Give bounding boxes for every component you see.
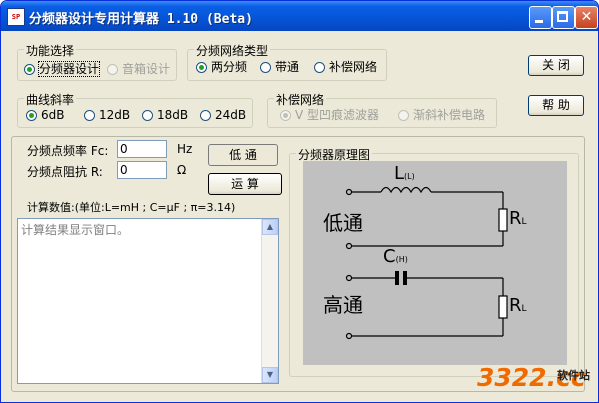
radio-label: 分频器设计 bbox=[37, 61, 101, 77]
radio-divider-design[interactable]: 分频器设计 bbox=[24, 61, 101, 77]
capacitor-subscript: (H) bbox=[395, 255, 408, 264]
minimize-button[interactable] bbox=[529, 6, 552, 29]
r-label: 分频点阻抗 R: bbox=[27, 165, 103, 179]
network-type-group: 分频网络类型 两分频 带通 补偿网络 bbox=[187, 42, 387, 81]
radio-dot bbox=[398, 110, 409, 121]
low-resistor-label: RL bbox=[509, 208, 527, 229]
slope-legend: 曲线斜率 bbox=[24, 91, 77, 108]
inductor-subscript: (L) bbox=[404, 172, 415, 181]
radio-v-notch-filter[interactable]: V 型凹痕滤波器 bbox=[280, 108, 379, 122]
terminal-icon bbox=[345, 242, 353, 250]
radio-compensation[interactable]: 补偿网络 bbox=[314, 60, 377, 74]
radio-dot bbox=[107, 64, 118, 75]
terminal-icon bbox=[345, 274, 353, 282]
radio-dot bbox=[84, 110, 95, 121]
capacitor-label: C(H) bbox=[383, 246, 408, 267]
result-placeholder: 计算结果显示窗口。 bbox=[21, 223, 130, 237]
radio-dot bbox=[314, 62, 325, 73]
app-icon: SP bbox=[7, 8, 25, 26]
resistor-symbol: R bbox=[509, 295, 522, 316]
r-unit: Ω bbox=[177, 163, 187, 177]
compensation-group: 补偿网络 V 型凹痕滤波器 渐斜补偿电路 bbox=[267, 91, 497, 128]
highpass-label: 高通 bbox=[323, 293, 363, 317]
inductor-label: L(L) bbox=[394, 163, 415, 184]
watermark-subtitle: 软件站 bbox=[557, 369, 590, 382]
crossover-schematic: 低通 高通 L(L) C(H) RL RL bbox=[303, 161, 567, 365]
function-group-legend: 功能选择 bbox=[24, 42, 77, 59]
close-button[interactable]: 关 闭 bbox=[528, 55, 584, 76]
radio-dot bbox=[260, 62, 271, 73]
slope-group: 曲线斜率 6dB 12dB 18dB 24dB bbox=[17, 91, 253, 128]
capacitor-icon bbox=[395, 271, 399, 285]
radio-label: 24dB bbox=[215, 108, 247, 122]
r-input[interactable]: 0 bbox=[117, 161, 167, 179]
inductor-symbol: L bbox=[394, 163, 405, 184]
radio-dot bbox=[24, 64, 35, 75]
close-icon: ✕ bbox=[580, 9, 593, 25]
resistor-subscript: L bbox=[521, 217, 527, 227]
radio-12db[interactable]: 12dB bbox=[84, 108, 130, 122]
radio-speaker-design[interactable]: 音箱设计 bbox=[107, 62, 170, 76]
lowpass-label: 低通 bbox=[323, 211, 363, 235]
radio-dot bbox=[142, 110, 153, 121]
high-resistor-label: RL bbox=[509, 295, 527, 316]
schematic-drawing bbox=[345, 186, 508, 340]
compensation-legend: 补偿网络 bbox=[274, 91, 327, 108]
inductor-icon bbox=[380, 186, 432, 194]
resistor-subscript: L bbox=[521, 304, 527, 314]
radio-24db[interactable]: 24dB bbox=[200, 108, 246, 122]
radio-dot bbox=[200, 110, 211, 121]
app-window: SP 分频器设计专用计算器 1.10 (Beta) ✕ 功能选择 分频器设计 音… bbox=[0, 0, 599, 403]
calc-units-note: 计算数值:(单位:L=mH ; C=μF ; π=3.14) bbox=[27, 201, 236, 214]
calculate-button[interactable]: 运 算 bbox=[208, 173, 282, 195]
title-bar[interactable]: SP 分频器设计专用计算器 1.10 (Beta) ✕ bbox=[1, 1, 598, 31]
resistor-icon bbox=[498, 208, 508, 232]
result-output[interactable]: 计算结果显示窗口。 ▲ ▼ bbox=[17, 218, 279, 384]
minimize-icon bbox=[535, 20, 543, 23]
radio-label: V 型凹痕滤波器 bbox=[295, 108, 380, 122]
scroll-down-icon[interactable]: ▼ bbox=[262, 367, 278, 383]
resistor-symbol: R bbox=[509, 208, 522, 229]
window-title: 分频器设计专用计算器 1.10 (Beta) bbox=[29, 12, 253, 27]
close-window-button[interactable]: ✕ bbox=[575, 6, 598, 29]
radio-two-way[interactable]: 两分频 bbox=[196, 60, 247, 74]
radio-6db[interactable]: 6dB bbox=[26, 108, 64, 122]
fc-input[interactable]: 0 bbox=[117, 140, 167, 158]
result-scrollbar[interactable]: ▲ ▼ bbox=[261, 219, 278, 383]
scroll-up-icon[interactable]: ▲ bbox=[262, 219, 278, 235]
radio-dot bbox=[196, 62, 207, 73]
resistor-icon bbox=[498, 295, 508, 319]
radio-label: 音箱设计 bbox=[122, 62, 171, 76]
radio-bandpass[interactable]: 带通 bbox=[260, 60, 299, 74]
capacitor-symbol: C bbox=[383, 246, 396, 267]
maximize-icon bbox=[557, 11, 568, 22]
radio-slope-compensation[interactable]: 渐斜补偿电路 bbox=[398, 108, 485, 122]
radio-label: 两分频 bbox=[211, 60, 248, 74]
radio-label: 18dB bbox=[157, 108, 189, 122]
radio-label: 带通 bbox=[275, 60, 300, 74]
fc-label: 分频点频率 Fc: bbox=[27, 144, 109, 158]
radio-dot bbox=[280, 110, 291, 121]
terminal-icon bbox=[345, 188, 353, 196]
radio-label: 6dB bbox=[41, 108, 65, 122]
maximize-button[interactable] bbox=[552, 6, 575, 29]
fc-unit: Hz bbox=[177, 142, 193, 156]
lowpass-button[interactable]: 低 通 bbox=[208, 144, 278, 166]
terminal-icon bbox=[345, 332, 353, 340]
radio-dot bbox=[26, 110, 37, 121]
network-type-legend: 分频网络类型 bbox=[194, 42, 271, 59]
radio-label: 渐斜补偿电路 bbox=[413, 108, 486, 122]
radio-label: 12dB bbox=[99, 108, 131, 122]
help-button[interactable]: 帮 助 bbox=[528, 95, 584, 116]
function-group: 功能选择 分频器设计 音箱设计 bbox=[17, 42, 177, 81]
radio-18db[interactable]: 18dB bbox=[142, 108, 188, 122]
radio-label: 补偿网络 bbox=[329, 60, 378, 74]
